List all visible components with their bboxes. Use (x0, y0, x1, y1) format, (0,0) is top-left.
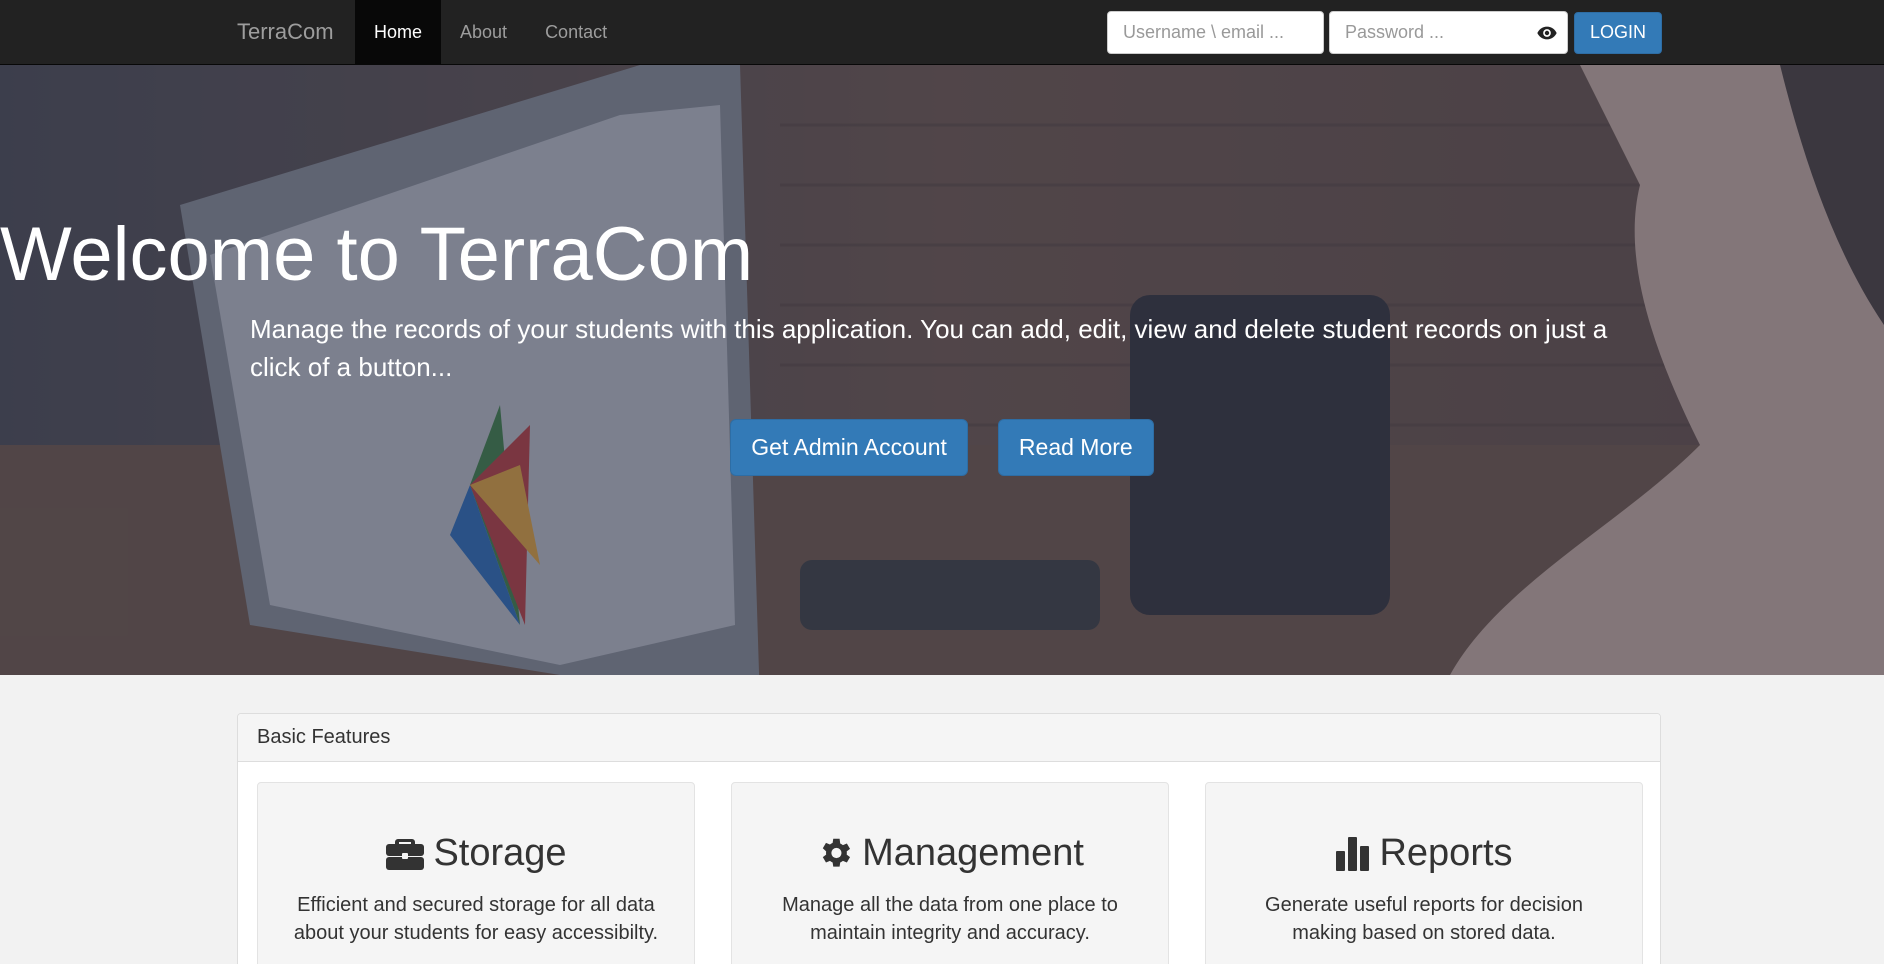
navbar-container: TerraCom Home About Contact LOGIN (222, 0, 1662, 64)
nav-menu: Home About Contact (355, 0, 626, 64)
nav-contact[interactable]: Contact (526, 0, 626, 64)
username-input[interactable] (1106, 11, 1324, 54)
features-row: Storage Efficient and secured storage fo… (257, 782, 1643, 964)
feature-title: Reports (1379, 831, 1513, 874)
hero-title: Welcome to TerraCom (0, 212, 754, 297)
feature-card-management: Management Manage all the data from one … (731, 782, 1169, 964)
hero-actions: Get Admin Account Read More (0, 419, 1884, 476)
gear-icon (822, 838, 851, 867)
feature-title-row: Management (732, 829, 1168, 877)
feature-description: Manage all the data from one place to ma… (782, 894, 1118, 944)
features-panel: Basic Features Storage Efficient and sec… (237, 713, 1661, 964)
feature-title-row: Reports (1206, 829, 1642, 877)
feature-card-storage: Storage Efficient and secured storage fo… (257, 782, 695, 964)
password-input[interactable] (1328, 11, 1568, 54)
bar-chart-icon (1336, 837, 1370, 871)
feature-card-reports: Reports Generate useful reports for deci… (1205, 782, 1643, 964)
hero-section: Welcome to TerraCom Manage the records o… (0, 65, 1884, 675)
feature-title: Management (862, 831, 1084, 874)
password-wrapper (1328, 11, 1568, 54)
features-heading: Basic Features (238, 714, 1660, 762)
login-button[interactable]: LOGIN (1573, 11, 1662, 54)
login-form: LOGIN (1106, 11, 1662, 54)
read-more-button[interactable]: Read More (997, 419, 1154, 476)
brand-link[interactable]: TerraCom (237, 0, 334, 64)
feature-title-row: Storage (258, 829, 694, 877)
feature-description: Efficient and secured storage for all da… (293, 894, 659, 944)
feature-title: Storage (433, 831, 567, 874)
nav-about[interactable]: About (441, 0, 526, 64)
feature-description: Generate useful reports for decision mak… (1265, 894, 1583, 944)
get-admin-account-button[interactable]: Get Admin Account (730, 419, 968, 476)
briefcase-icon (386, 839, 425, 870)
nav-home[interactable]: Home (355, 0, 442, 64)
top-navbar: TerraCom Home About Contact LOGIN (0, 0, 1884, 65)
hero-subtitle: Manage the records of your students with… (250, 314, 1608, 382)
eye-icon[interactable] (1536, 22, 1558, 44)
